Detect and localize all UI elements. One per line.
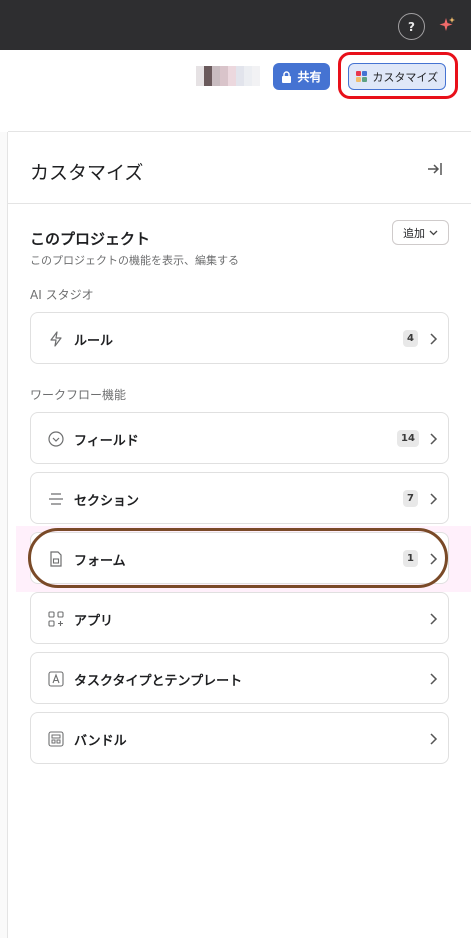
chevron-right-icon <box>430 433 438 445</box>
customize-label: カスタマイズ <box>372 70 439 84</box>
add-button[interactable]: 追加 <box>392 220 449 245</box>
help-button[interactable]: ? <box>398 13 425 40</box>
collapse-panel-icon[interactable] <box>426 160 444 178</box>
panel-divider <box>8 203 471 204</box>
forms-label: フォーム <box>74 554 126 569</box>
forms-count-badge: 1 <box>403 550 418 567</box>
add-label: 追加 <box>403 226 425 240</box>
rules-label: ルール <box>74 334 114 349</box>
top-bar: ? <box>0 0 471 50</box>
apps-card[interactable]: アプリ <box>30 592 449 644</box>
chevron-right-icon <box>430 613 438 625</box>
lightning-icon <box>50 331 62 347</box>
rules-card[interactable]: ルール 4 <box>30 312 449 364</box>
rules-count-badge: 4 <box>403 330 418 347</box>
share-label: 共有 <box>297 70 322 84</box>
chevron-right-icon <box>430 673 438 685</box>
chevron-circle-icon <box>48 431 64 447</box>
sections-label: セクション <box>74 494 140 509</box>
task-types-templates-card[interactable]: タスクタイプとテンプレート <box>30 652 449 704</box>
background-content-edge <box>0 132 8 938</box>
chevron-right-icon <box>430 553 438 565</box>
project-section-subtitle: このプロジェクトの機能を表示、編集する <box>30 254 239 267</box>
workflow-features-label: ワークフロー機能 <box>30 388 127 402</box>
lines-icon <box>49 493 63 505</box>
chevron-right-icon <box>430 493 438 505</box>
bundle-icon <box>48 731 64 747</box>
bundles-card[interactable]: バンドル <box>30 712 449 764</box>
forms-card[interactable]: フォーム 1 <box>30 532 449 584</box>
task-types-templates-label: タスクタイプとテンプレート <box>74 674 243 689</box>
share-button[interactable]: 共有 <box>273 63 330 90</box>
ai-studio-label: AI スタジオ <box>30 288 94 302</box>
fields-card[interactable]: フィールド 14 <box>30 412 449 464</box>
bundles-label: バンドル <box>74 734 127 749</box>
project-section-title: このプロジェクト <box>30 230 151 248</box>
fields-label: フィールド <box>74 434 139 449</box>
ai-sparkle-icon[interactable] <box>437 15 457 35</box>
customize-button[interactable]: カスタマイズ <box>348 63 446 90</box>
customize-grid-icon <box>355 70 368 83</box>
form-icon <box>50 551 62 567</box>
apps-label: アプリ <box>74 614 114 629</box>
fields-count-badge: 14 <box>397 430 419 447</box>
lock-icon <box>282 70 292 83</box>
member-avatars[interactable] <box>196 66 260 86</box>
chevron-right-icon <box>430 733 438 745</box>
sections-card[interactable]: セクション 7 <box>30 472 449 524</box>
chevron-right-icon <box>430 333 438 345</box>
sections-count-badge: 7 <box>403 490 418 507</box>
chevron-down-icon <box>429 230 438 235</box>
template-icon <box>48 671 64 687</box>
apps-icon <box>48 611 64 627</box>
panel-title: カスタマイズ <box>30 162 144 184</box>
